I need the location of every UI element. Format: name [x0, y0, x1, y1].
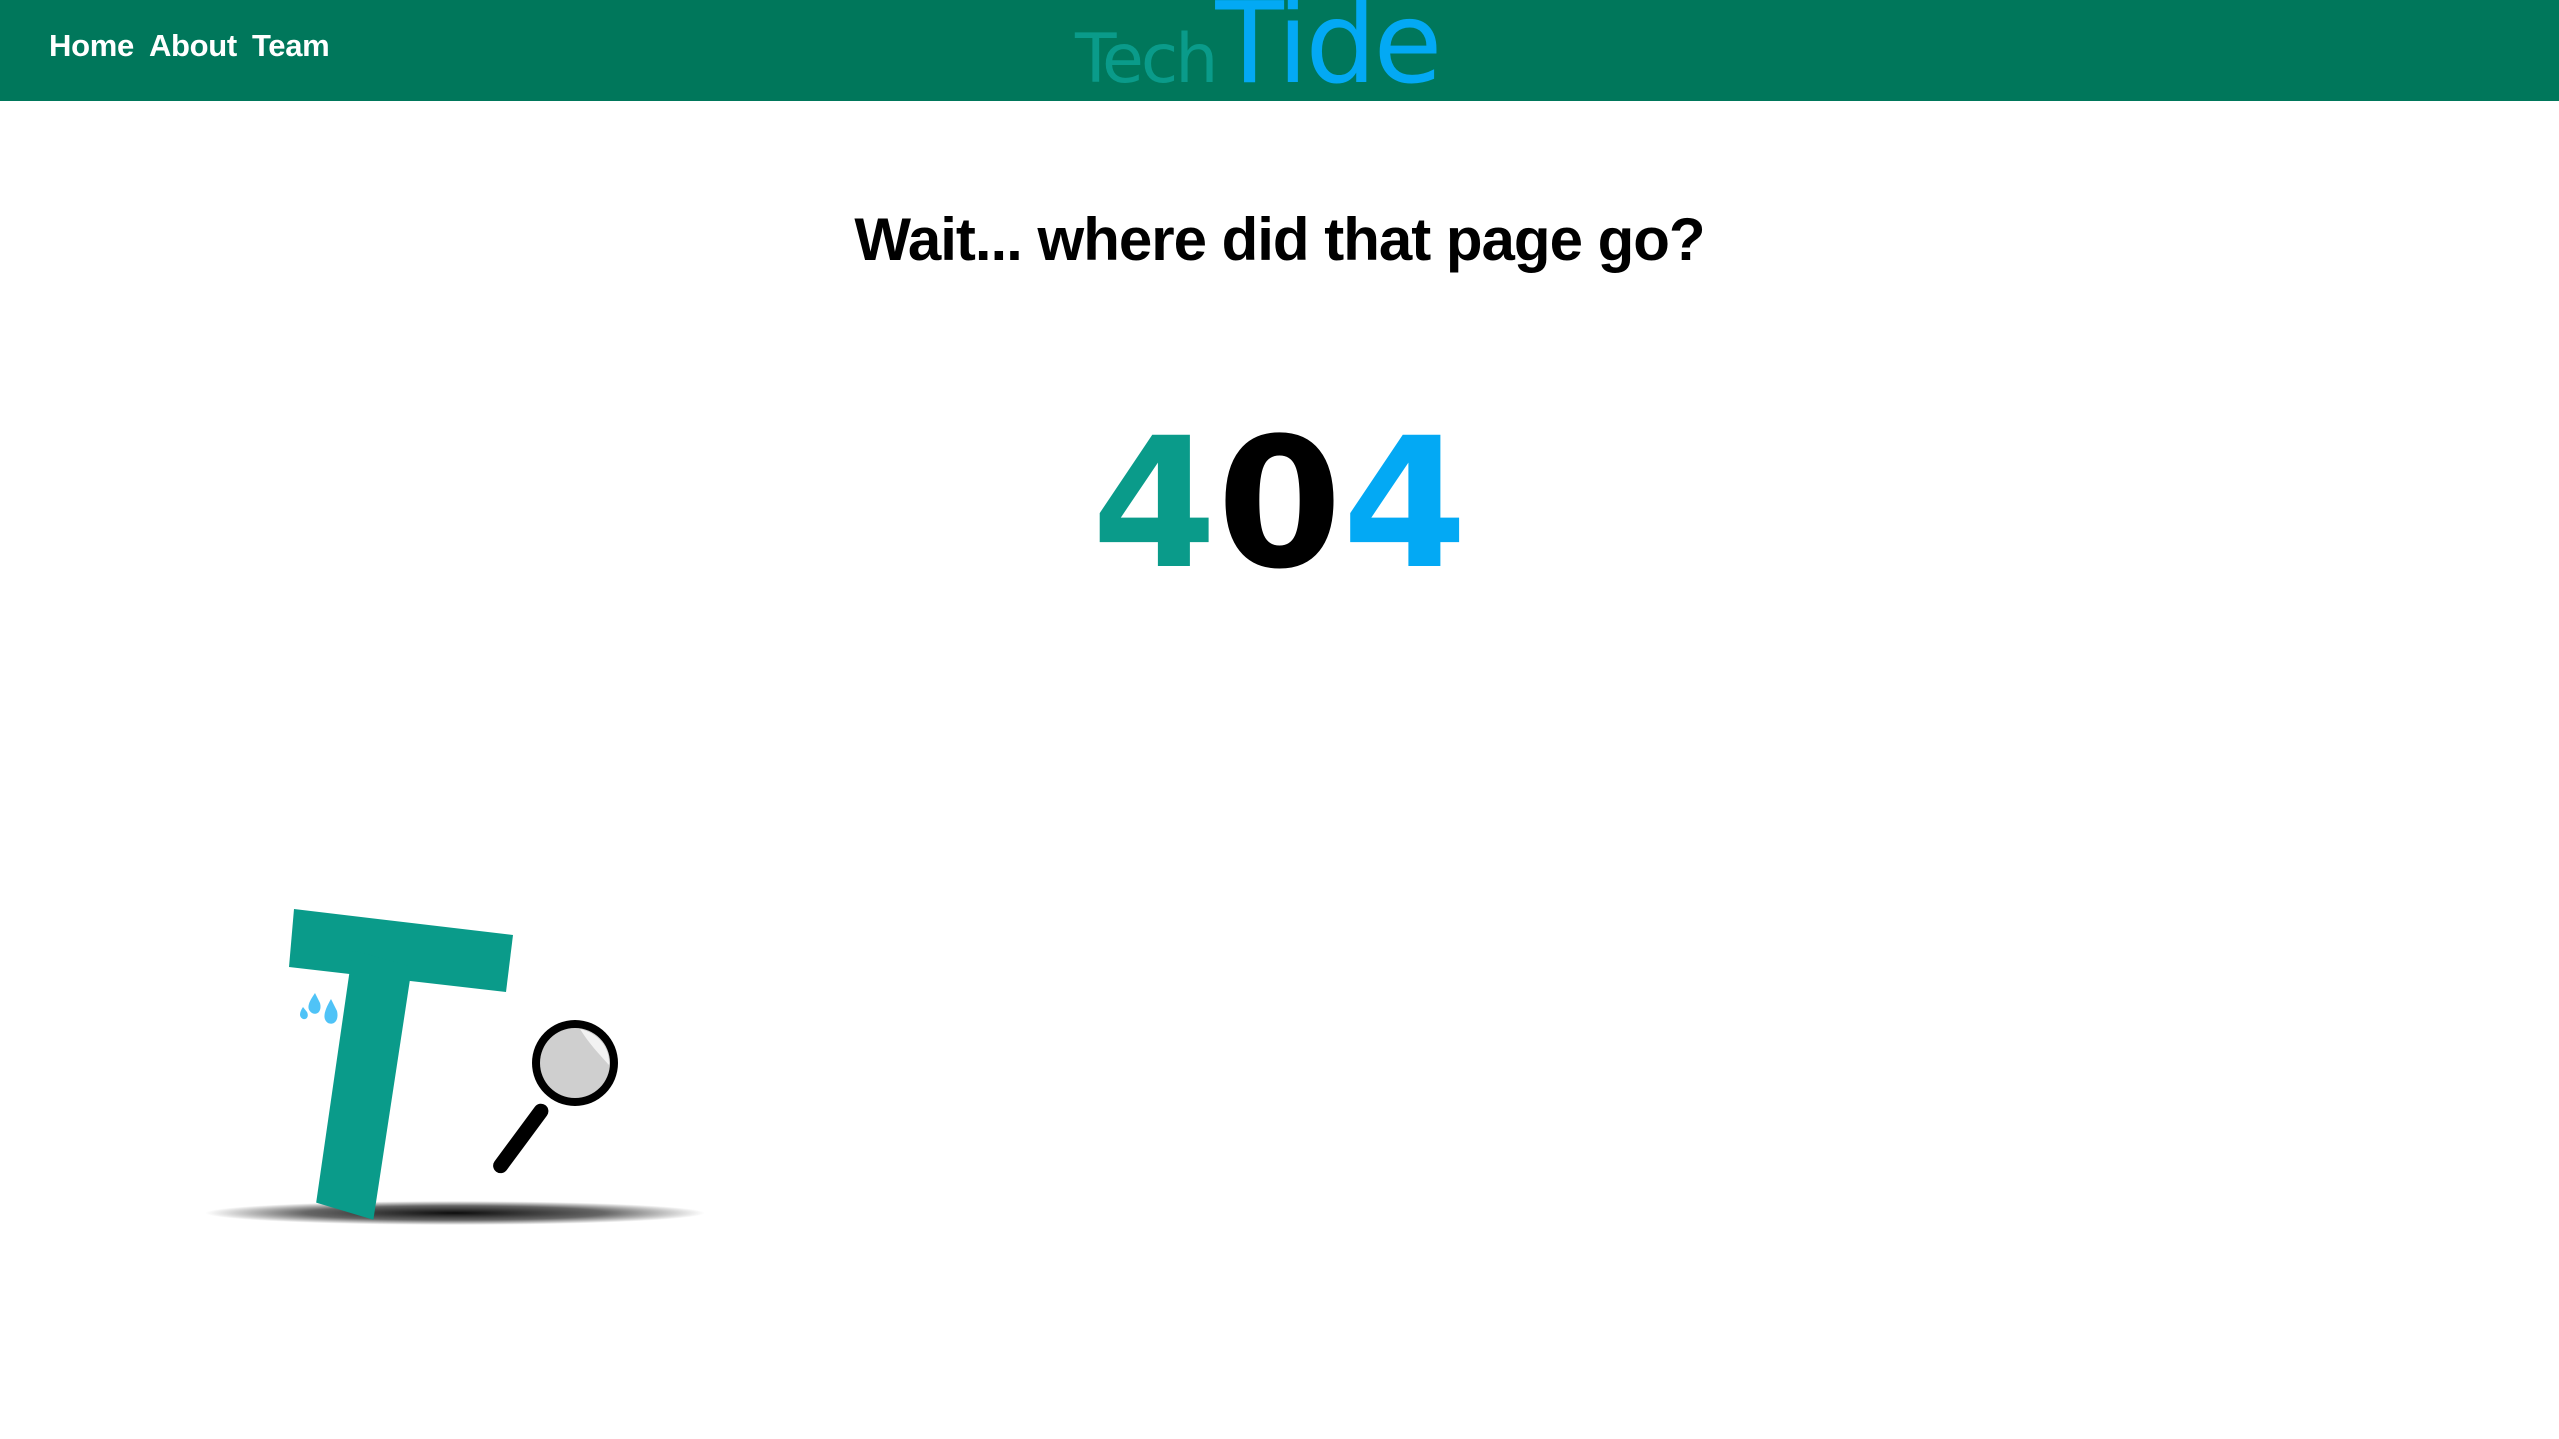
magnifying-glass-icon [493, 1020, 618, 1174]
nav-links: Home About Team [49, 26, 330, 66]
nav-link-about[interactable]: About [149, 26, 237, 66]
letter-t-mascot [289, 909, 513, 1220]
page-title: Wait... where did that page go? [854, 206, 1705, 273]
nav-link-home[interactable]: Home [49, 26, 134, 66]
error-code-digit-1: 4 [1091, 400, 1217, 609]
sweat-drops-icon [300, 993, 338, 1024]
error-code-digit-3: 4 [1342, 400, 1468, 609]
nav-link-team[interactable]: Team [252, 26, 330, 66]
error-code: 404 [0, 405, 2559, 605]
navbar: Home About Team Tech Tide [0, 0, 2559, 101]
ground-shadow [205, 1201, 705, 1225]
lost-mascot-illustration [205, 909, 705, 1225]
techtide-logo[interactable]: Tech Tide [1075, 0, 1442, 109]
logo-text-tide: Tide [1215, 0, 1442, 109]
logo-text-tech: Tech [1075, 20, 1218, 99]
error-code-digit-2: 0 [1216, 400, 1343, 609]
